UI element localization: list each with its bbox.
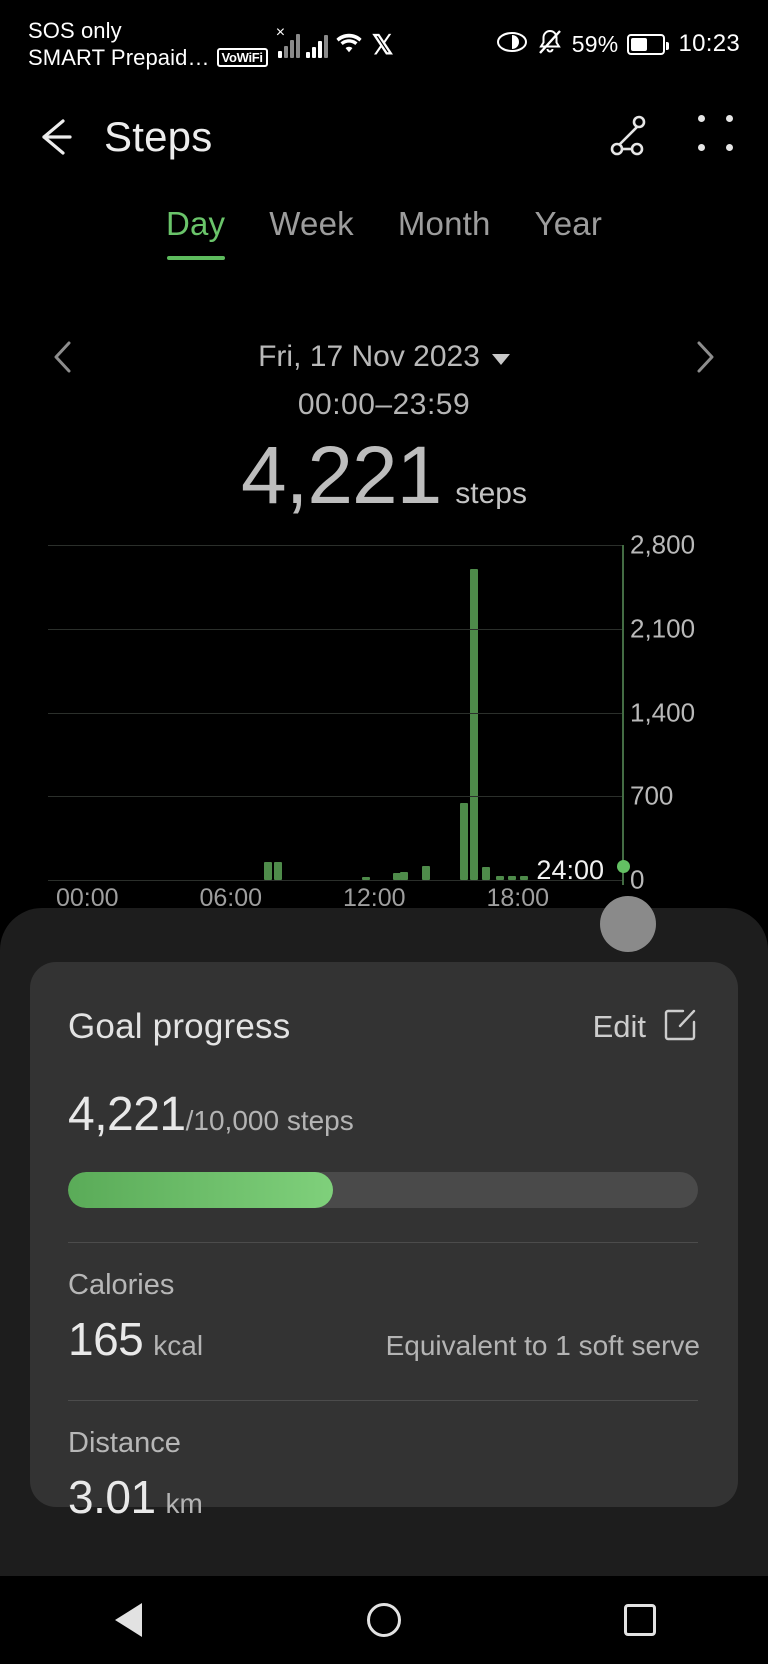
calories-note: Equivalent to 1 soft serve xyxy=(385,1330,700,1361)
eye-comfort-icon xyxy=(496,30,528,59)
edit-pencil-icon xyxy=(660,1004,700,1049)
goal-progress-fill xyxy=(68,1172,333,1208)
chart-y-tick-label: 700 xyxy=(630,780,674,811)
edit-goal-button[interactable]: Edit xyxy=(593,1004,700,1049)
battery-icon xyxy=(627,33,670,55)
chart-cursor-label: 24:00 xyxy=(536,855,604,885)
share-icon[interactable] xyxy=(604,111,652,164)
distance-value: 3.01 xyxy=(68,1471,156,1523)
sheet-drag-handle[interactable] xyxy=(600,896,656,952)
tab-week[interactable]: Week xyxy=(247,205,376,243)
vowifi-badge: VoWiFi xyxy=(216,48,268,67)
page-title: Steps xyxy=(104,113,213,160)
goal-target: /10,000 steps xyxy=(185,1105,354,1136)
tab-month[interactable]: Month xyxy=(376,205,513,243)
steps-summary: 4,221 steps xyxy=(0,430,768,522)
distance-unit: km xyxy=(165,1488,203,1519)
calories-value: 165 xyxy=(68,1313,144,1365)
goal-progress-bar xyxy=(68,1172,698,1208)
stat-calories: Calories 165 kcal Equivalent to 1 soft s… xyxy=(68,1269,700,1366)
phone-screen: SOS only SMART Prepaid… VoWiFi × 𝕏 59% 1… xyxy=(0,0,768,1664)
date-label: Fri, 17 Nov 2023 xyxy=(258,340,480,373)
mute-bell-icon xyxy=(537,28,563,61)
status-icons: × 𝕏 xyxy=(275,23,394,60)
signal-bars-icon-2 xyxy=(305,32,328,58)
chart-y-tick-label: 1,400 xyxy=(630,697,696,727)
system-nav-bar xyxy=(0,1576,768,1664)
divider-2 xyxy=(68,1400,698,1401)
steps-total-unit: steps xyxy=(455,477,527,510)
chart-bar xyxy=(469,568,478,880)
back-arrow-icon[interactable] xyxy=(30,111,82,163)
carrier-info: SOS only SMART Prepaid… VoWiFi xyxy=(28,17,268,71)
carrier-line-1: SOS only xyxy=(28,18,122,43)
goal-current: 4,221 xyxy=(68,1088,186,1141)
chevron-right-icon[interactable] xyxy=(682,335,726,379)
distance-label: Distance xyxy=(68,1427,181,1459)
goal-progress-card: Goal progress Edit 4,221 /10,000 steps C… xyxy=(30,962,738,1523)
nav-home-circle-icon[interactable] xyxy=(324,1576,444,1664)
divider-1 xyxy=(68,1242,698,1243)
no-sim-x-icon: × xyxy=(275,23,286,41)
goal-numbers: 4,221 /10,000 steps xyxy=(68,1087,700,1142)
chart-gridline xyxy=(48,712,622,714)
chart-gridline xyxy=(48,628,622,630)
status-right: 59% 10:23 xyxy=(496,28,740,61)
carrier-line-2: SMART Prepaid… xyxy=(28,45,210,70)
tab-year[interactable]: Year xyxy=(513,205,624,243)
chart-cursor-dot xyxy=(617,860,630,873)
more-options-icon[interactable] xyxy=(698,115,738,159)
nav-recents-square-icon[interactable] xyxy=(580,1576,700,1664)
chart-gridline xyxy=(48,796,622,798)
stat-distance: Distance 3.01 km xyxy=(68,1427,700,1524)
battery-percent: 59% xyxy=(571,30,619,57)
chart-plot-area xyxy=(48,545,622,881)
goal-card-title: Goal progress xyxy=(68,1006,291,1046)
date-navigator: Fri, 17 Nov 2023 xyxy=(0,328,768,386)
time-range-label: 00:00–23:59 xyxy=(297,388,471,421)
app-bar: Steps xyxy=(0,88,768,186)
chart-y-tick-label: 0 xyxy=(630,864,645,895)
period-tabs: Day Week Month Year xyxy=(0,205,768,277)
chart-cursor-line xyxy=(622,545,624,885)
nav-back-triangle-icon[interactable] xyxy=(68,1576,188,1664)
caret-down-icon xyxy=(491,354,510,365)
status-bar: SOS only SMART Prepaid… VoWiFi × 𝕏 59% 1… xyxy=(0,0,768,88)
details-sheet: Goal progress Edit 4,221 /10,000 steps C… xyxy=(0,908,768,1576)
calories-label: Calories xyxy=(68,1269,175,1301)
calories-unit: kcal xyxy=(153,1330,204,1361)
tab-day[interactable]: Day xyxy=(144,205,247,243)
chart-y-tick-label: 2,100 xyxy=(630,613,696,644)
chart-y-tick-label: 2,800 xyxy=(630,529,696,560)
chart-gridline xyxy=(48,545,622,546)
wifi-icon xyxy=(334,31,364,60)
edit-label: Edit xyxy=(592,1008,646,1044)
date-picker[interactable]: Fri, 17 Nov 2023 xyxy=(258,340,510,374)
x-app-icon: 𝕏 xyxy=(371,29,394,60)
steps-total-value: 4,221 xyxy=(241,430,442,521)
chevron-left-icon[interactable] xyxy=(42,335,86,379)
status-clock: 10:23 xyxy=(678,30,740,57)
